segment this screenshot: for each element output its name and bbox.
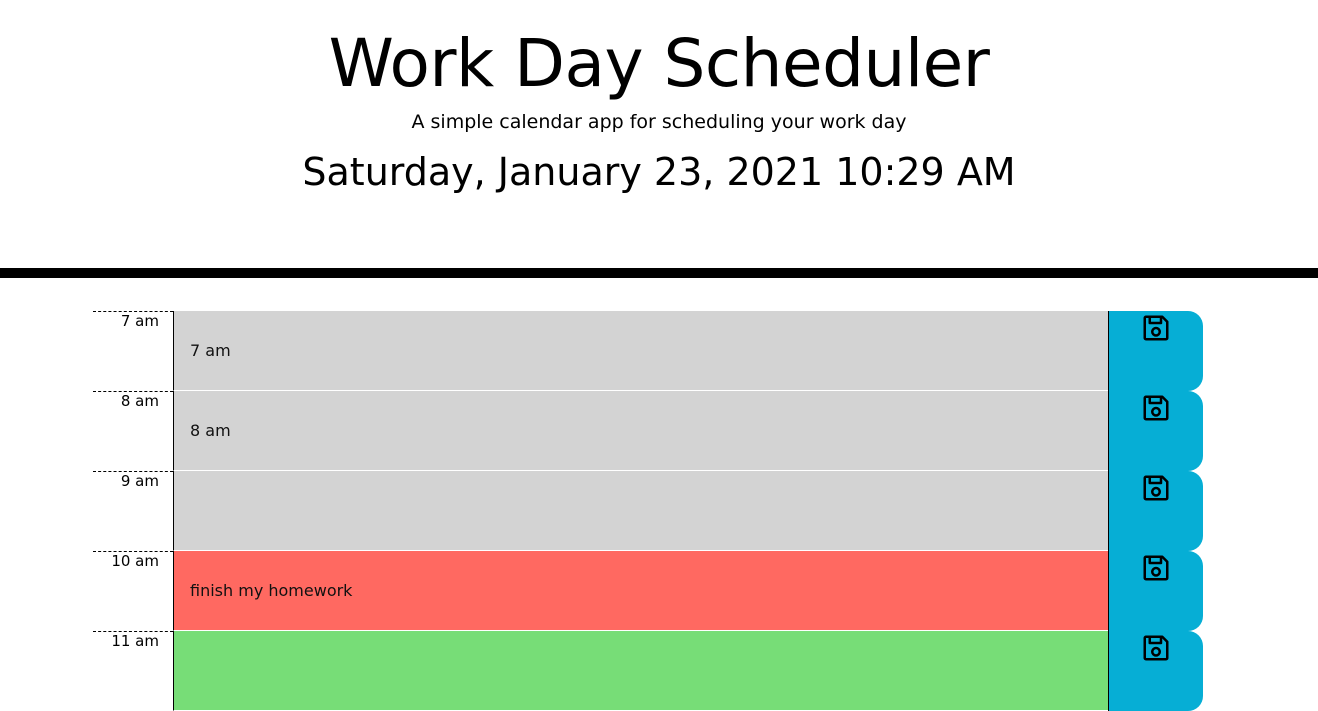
floppy-disk-icon: [1143, 555, 1169, 581]
hour-label: 10 am: [93, 551, 173, 631]
save-button[interactable]: [1108, 551, 1203, 631]
schedule: 7 am 7 am 8 am 8 am 9 am 10 am finish my…: [93, 311, 1203, 711]
page-title: Work Day Scheduler: [328, 25, 990, 102]
header-divider: [0, 268, 1318, 278]
current-date-time: Saturday, January 23, 2021 10:29 AM: [302, 150, 1016, 194]
save-button[interactable]: [1108, 631, 1203, 711]
header: Work Day Scheduler A simple calendar app…: [0, 0, 1318, 268]
task-input[interactable]: 8 am: [173, 391, 1108, 471]
hour-label: 11 am: [93, 631, 173, 711]
task-input[interactable]: [173, 471, 1108, 551]
floppy-disk-icon: [1143, 475, 1169, 501]
time-block-row: 8 am 8 am: [93, 391, 1203, 471]
hour-label: 7 am: [93, 311, 173, 391]
save-button[interactable]: [1108, 471, 1203, 551]
time-block-row: 9 am: [93, 471, 1203, 551]
task-input[interactable]: finish my homework: [173, 551, 1108, 631]
page-subtitle: A simple calendar app for scheduling you…: [411, 111, 907, 133]
hour-label: 9 am: [93, 471, 173, 551]
save-button[interactable]: [1108, 311, 1203, 391]
save-button[interactable]: [1108, 391, 1203, 471]
time-block-row: 7 am 7 am: [93, 311, 1203, 391]
task-input[interactable]: 7 am: [173, 311, 1108, 391]
time-block-row: 11 am: [93, 631, 1203, 711]
floppy-disk-icon: [1143, 315, 1169, 341]
floppy-disk-icon: [1143, 395, 1169, 421]
floppy-disk-icon: [1143, 635, 1169, 661]
task-input[interactable]: [173, 631, 1108, 711]
time-block-row: 10 am finish my homework: [93, 551, 1203, 631]
hour-label: 8 am: [93, 391, 173, 471]
